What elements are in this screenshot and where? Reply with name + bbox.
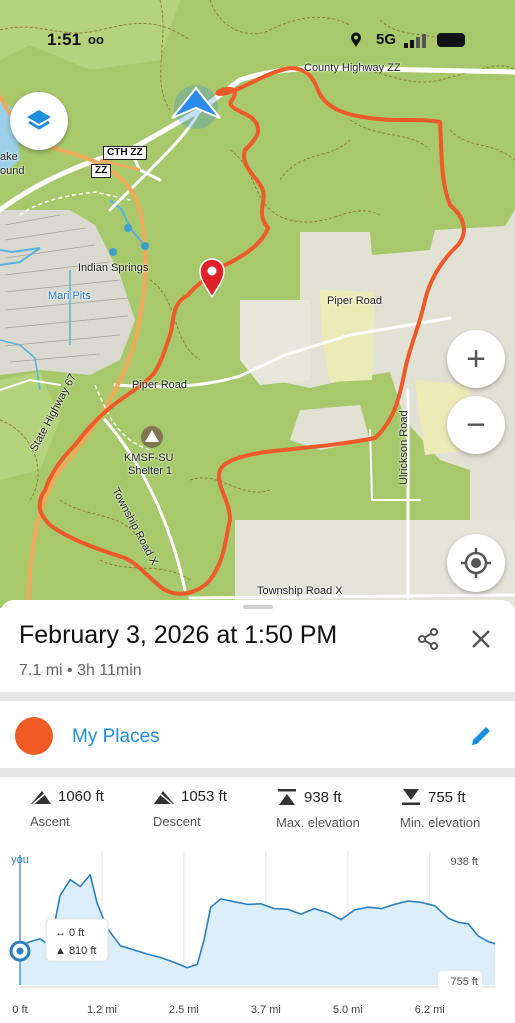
descent-icon: [154, 790, 174, 805]
label-mari-pits: Mari Pits: [48, 290, 91, 302]
status-time: 1:51: [47, 30, 82, 49]
edit-pencil-icon[interactable]: [468, 723, 494, 749]
min-elevation-icon: [402, 789, 420, 805]
max-elevation-annotation: 938 ft: [450, 856, 478, 868]
ascent-label: Ascent: [30, 814, 70, 829]
max-elevation-label: Max. elevation: [276, 815, 360, 830]
place-color-dot: [15, 717, 53, 755]
x-tick-label: 1.2 mi: [87, 1004, 117, 1016]
location-icon: [350, 32, 362, 51]
label-lake: ake: [0, 151, 18, 163]
descent-label: Descent: [153, 814, 201, 829]
shelter-icon: [141, 426, 163, 448]
elevation-chart[interactable]: 0 ft 1.2 mi 2.5 mi 3.7 mi 5.0 mi 6.2 mi 938 ft…: [0, 845, 515, 1023]
stat-min-elevation: 755 ft Min. elevation: [400, 788, 515, 831]
track-details-sheet: February 3, 2026 at 1:50 PM 7.1 mi • 3h …: [0, 600, 515, 1023]
min-elevation-annotation: 755 ft: [450, 976, 478, 988]
signal-icon: [404, 34, 426, 48]
ascent-value: 1060 ft: [58, 788, 104, 805]
min-elevation-label: Min. elevation: [400, 815, 481, 830]
network-label: 5G: [376, 31, 397, 48]
layers-icon: [27, 110, 51, 130]
label-township-road-x: Township Road X: [257, 585, 343, 597]
track-title: February 3, 2026 at 1:50 PM: [19, 621, 338, 649]
minus-icon: −: [466, 405, 486, 444]
label-shelter-1: KMSF-SU: [124, 452, 174, 464]
map-canvas[interactable]: [0, 0, 515, 608]
label-piper-road-west: Piper Road: [132, 379, 188, 391]
x-tick-label: 3.7 mi: [251, 1004, 281, 1016]
drag-handle[interactable]: [243, 605, 273, 609]
x-tick-label: 0 ft: [12, 1004, 27, 1016]
zoom-in-button[interactable]: +: [447, 330, 505, 388]
cursor-distance: ↔ 0 ft: [55, 927, 84, 939]
stat-descent: 1053 ft Descent: [153, 788, 273, 829]
share-icon[interactable]: [415, 626, 441, 652]
label-lake-2: ound: [0, 165, 25, 177]
shield-cth-zz: CTH ZZ: [103, 146, 147, 160]
cursor-dot: [16, 947, 24, 955]
label-indian-springs: Indian Springs: [78, 262, 149, 274]
x-tick-label: 5.0 mi: [333, 1004, 363, 1016]
battery-icon: [437, 33, 465, 47]
cursor-elevation: ▲ 810 ft: [55, 945, 96, 957]
min-elevation-value: 755 ft: [428, 788, 466, 806]
layers-button[interactable]: [10, 92, 68, 150]
label-shelter-2: Shelter 1: [128, 465, 173, 477]
cursor-you-label: you: [11, 854, 29, 866]
my-places-link[interactable]: My Places: [72, 726, 160, 748]
separator: [0, 692, 515, 701]
crosshair-icon: [461, 548, 491, 578]
separator: [0, 768, 515, 777]
voicemail-icon: oo: [88, 32, 104, 47]
label-piper-road-east: Piper Road: [327, 295, 383, 307]
stat-ascent: 1060 ft Ascent: [30, 788, 150, 829]
zoom-out-button[interactable]: −: [447, 396, 505, 454]
ascent-icon: [31, 790, 51, 805]
plus-icon: +: [466, 339, 486, 378]
map-view[interactable]: County Highway ZZ ake ound CTH ZZ ZZ Ind…: [0, 0, 515, 608]
label-county-highway: County Highway ZZ: [304, 62, 401, 74]
x-tick-label: 2.5 mi: [169, 1004, 199, 1016]
location-pin-icon[interactable]: [199, 258, 225, 299]
my-location-button[interactable]: [447, 534, 505, 592]
label-ulrickson-road: Ulrickson Road: [398, 410, 410, 485]
screen: County Highway ZZ ake ound CTH ZZ ZZ Ind…: [0, 0, 515, 1023]
status-bar: 1:51 oo 5G: [0, 30, 515, 54]
stat-max-elevation: 938 ft Max. elevation: [276, 788, 396, 831]
max-elevation-value: 938 ft: [304, 788, 342, 806]
close-icon[interactable]: [468, 626, 494, 652]
descent-value: 1053 ft: [181, 788, 227, 805]
shield-zz: ZZ: [91, 164, 112, 178]
track-summary: 7.1 mi • 3h 11min: [19, 662, 142, 679]
max-elevation-icon: [278, 789, 296, 805]
x-tick-label: 6.2 mi: [415, 1004, 445, 1016]
